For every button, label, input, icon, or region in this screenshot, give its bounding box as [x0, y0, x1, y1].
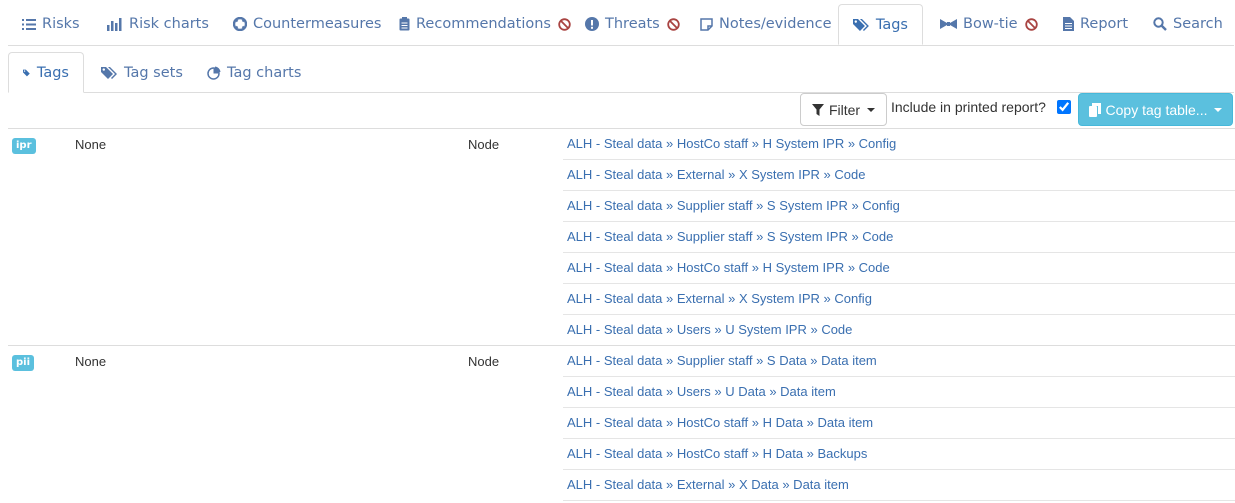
tag-path-link[interactable]: ALH - Steal data » External » X System I… [563, 284, 1235, 315]
tag-table: ipr None Node ALH - Steal data » HostCo … [8, 128, 1235, 501]
disabled-icon [667, 17, 680, 31]
tab-countermeasures[interactable]: Countermeasures [233, 4, 381, 44]
tag-path-link[interactable]: ALH - Steal data » HostCo staff » H Data… [563, 439, 1235, 470]
tab-tags[interactable]: Tags [838, 4, 923, 45]
disabled-icon [558, 17, 571, 31]
subtab-label: Tags [36, 64, 69, 81]
filter-label: Filter [828, 101, 861, 118]
tags-subnav: Tags Tag sets Tag charts [8, 52, 1234, 93]
list-icon [22, 18, 36, 30]
tab-risks[interactable]: Risks [22, 4, 80, 44]
copy-tag-table-button[interactable]: Copy tag table... [1078, 93, 1233, 126]
tags-icon [101, 66, 117, 79]
tag-badge[interactable]: pii [12, 355, 35, 371]
tag-badge[interactable]: ipr [12, 138, 36, 154]
tag-value: None [75, 137, 107, 152]
clipboard-icon [399, 17, 410, 31]
tag-path-link[interactable]: ALH - Steal data » Supplier staff » S Sy… [563, 191, 1235, 222]
tag-path-link[interactable]: ALH - Steal data » HostCo staff » H Syst… [563, 253, 1235, 284]
subtab-tag-charts[interactable]: Tag charts [207, 52, 301, 93]
tag-paths: ALH - Steal data » HostCo staff » H Syst… [563, 129, 1235, 345]
exclamation-circle-icon [585, 17, 599, 31]
tab-search[interactable]: Search [1153, 4, 1223, 44]
tag-path-link[interactable]: ALH - Steal data » Users » U Data » Data… [563, 377, 1235, 408]
tab-label: Notes/evidence [719, 16, 832, 32]
tag-path-link[interactable]: ALH - Steal data » Users » U System IPR … [563, 315, 1235, 345]
caret-down-icon [867, 107, 876, 112]
tag-path-link[interactable]: ALH - Steal data » HostCo staff » H Syst… [563, 129, 1235, 160]
tag-icon [23, 69, 30, 76]
tag-path-link[interactable]: ALH - Steal data » Supplier staff » S Da… [563, 346, 1235, 377]
include-in-report-label: Include in printed report? [891, 99, 1046, 115]
tag-path-link[interactable]: ALH - Steal data » External » X Data » D… [563, 470, 1235, 501]
tab-threats[interactable]: Threats [585, 4, 680, 44]
tab-label: Threats [605, 16, 660, 32]
tab-label: Risks [42, 16, 80, 32]
tag-group: pii None Node ALH - Steal data » Supplie… [8, 346, 1235, 501]
tab-notes-evidence[interactable]: Notes/evidence [700, 4, 832, 44]
tab-report[interactable]: Report [1063, 4, 1128, 44]
tag-path-link[interactable]: ALH - Steal data » External » X System I… [563, 160, 1235, 191]
tab-recommendations[interactable]: Recommendations [399, 4, 571, 44]
tab-risk-charts[interactable]: Risk charts [107, 4, 209, 44]
search-icon [1153, 17, 1167, 31]
copy-icon [1088, 102, 1101, 117]
bow-tie-icon [940, 19, 957, 29]
tab-label: Bow-tie [963, 16, 1018, 32]
tag-group: ipr None Node ALH - Steal data » HostCo … [8, 129, 1235, 346]
tag-paths: ALH - Steal data » Supplier staff » S Da… [563, 346, 1235, 501]
tab-bow-tie[interactable]: Bow-tie [940, 4, 1038, 44]
file-icon [1063, 17, 1074, 31]
include-in-report-checkbox[interactable] [1057, 100, 1071, 114]
subtab-tag-sets[interactable]: Tag sets [101, 52, 183, 93]
tag-path-link[interactable]: ALH - Steal data » HostCo staff » H Data… [563, 408, 1235, 439]
tab-label: Tags [875, 16, 908, 33]
tag-type: Node [468, 354, 500, 369]
disabled-icon [1024, 17, 1038, 31]
subtab-tags[interactable]: Tags [8, 52, 84, 93]
tags-icon [853, 18, 869, 31]
tab-label: Countermeasures [253, 16, 382, 32]
main-nav: Risks Risk charts Countermeasures Recomm… [8, 0, 1234, 46]
filter-icon [811, 103, 824, 116]
copy-label: Copy tag table... [1105, 101, 1208, 118]
caret-down-icon [1214, 107, 1223, 112]
tab-label: Recommendations [416, 16, 551, 32]
tab-label: Search [1173, 16, 1223, 32]
subtab-label: Tag sets [124, 64, 183, 81]
life-ring-icon [233, 17, 247, 31]
bar-chart-icon [107, 18, 122, 31]
tab-label: Report [1080, 16, 1129, 32]
pie-chart-icon [207, 66, 221, 80]
note-icon [700, 17, 713, 31]
tag-type: Node [468, 137, 500, 152]
tag-value: None [75, 354, 107, 369]
filter-button[interactable]: Filter [800, 93, 887, 126]
tab-label: Risk charts [129, 16, 209, 32]
tag-path-link[interactable]: ALH - Steal data » Supplier staff » S Sy… [563, 222, 1235, 253]
subtab-label: Tag charts [227, 64, 302, 81]
